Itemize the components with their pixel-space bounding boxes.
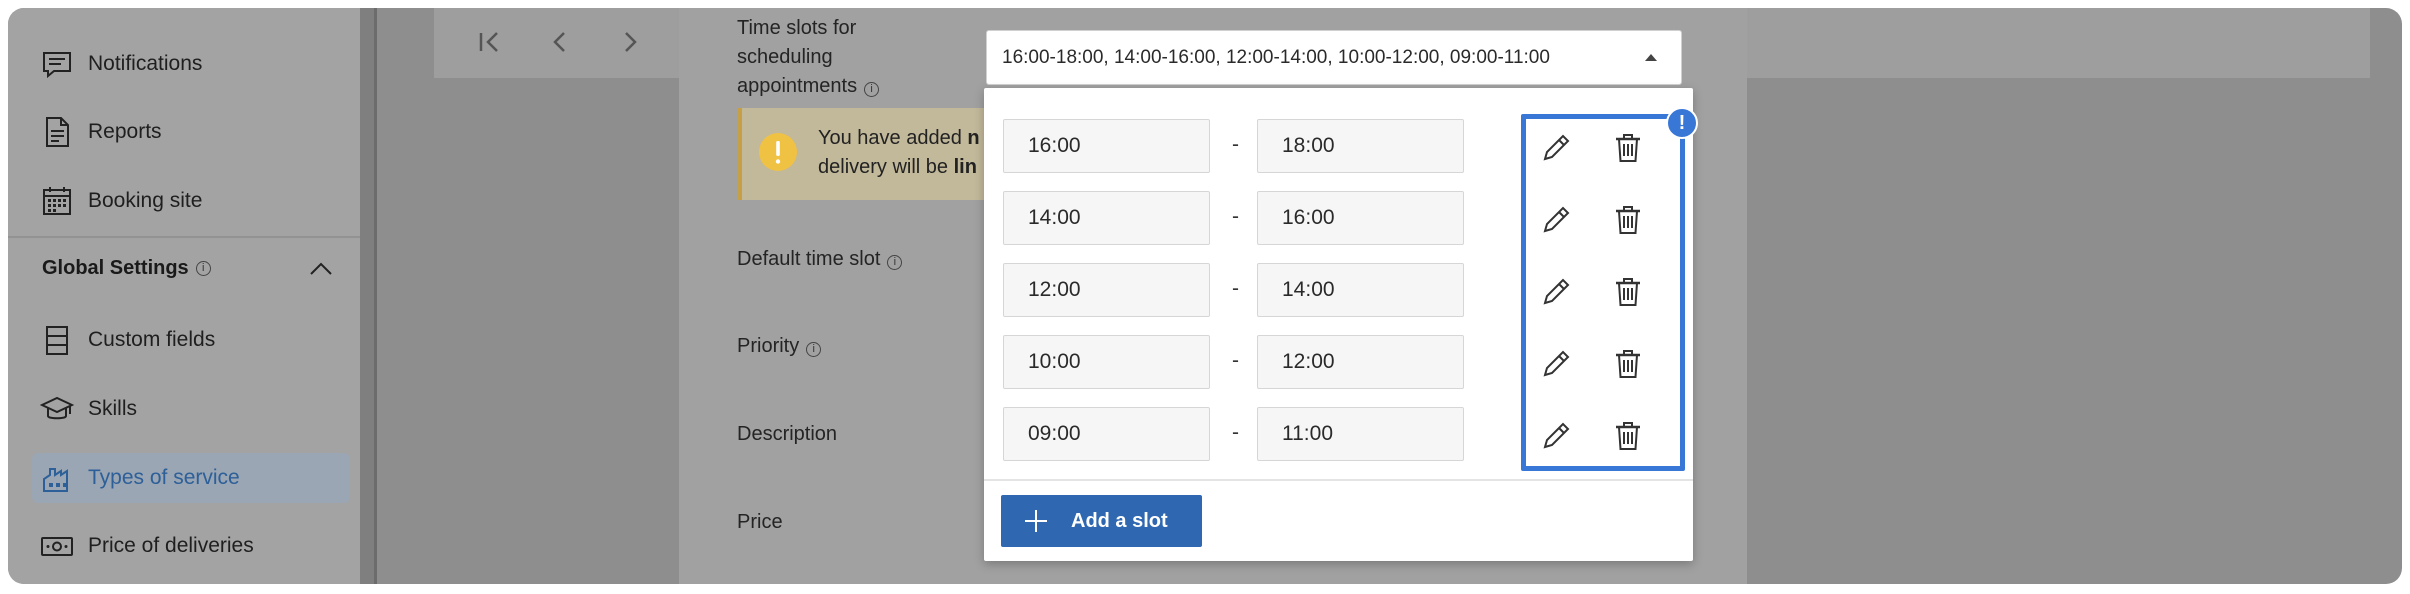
time-slots-label: Time slots for scheduling appointments i <box>737 14 880 101</box>
price-icon <box>41 537 73 556</box>
dropdown-divider <box>984 479 1693 481</box>
sidebar-item-custom-fields[interactable]: Custom fields <box>32 315 350 365</box>
slot-separator: - <box>1232 277 1239 300</box>
info-icon: i <box>195 260 211 276</box>
slot-start-time[interactable]: 10:00 <box>1003 335 1210 389</box>
chevron-up-icon[interactable] <box>306 254 336 284</box>
sidebar-item-types-of-service[interactable]: Types of service <box>32 453 350 503</box>
alert-badge: ! <box>1666 107 1698 139</box>
notifications-icon <box>43 52 71 79</box>
sidebar: Notifications Reports Booking site Globa… <box>8 8 360 584</box>
slot-end-time[interactable]: 18:00 <box>1257 119 1464 173</box>
sidebar-item-label: Booking site <box>88 189 203 212</box>
slot-separator: - <box>1232 349 1239 372</box>
caret-up-icon <box>1645 54 1657 61</box>
global-settings-toggle[interactable]: Global Settings i <box>42 248 342 288</box>
sidebar-item-reports[interactable]: Reports <box>32 107 350 157</box>
sidebar-item-label: Price of deliveries <box>88 534 254 557</box>
slot-end-time[interactable]: 16:00 <box>1257 191 1464 245</box>
sidebar-item-notifications[interactable]: Notifications <box>32 39 350 89</box>
sidebar-item-label: Notifications <box>88 52 203 75</box>
app-window: Notifications Reports Booking site Globa… <box>8 8 2402 584</box>
sidebar-item-price-of-deliveries[interactable]: Price of deliveries <box>32 521 350 571</box>
slot-end-time[interactable]: 14:00 <box>1257 263 1464 317</box>
previous-page-icon[interactable] <box>540 22 580 62</box>
add-slot-label: Add a slot <box>1071 509 1168 532</box>
next-page-icon[interactable] <box>610 22 650 62</box>
warning-text: You have added n delivery will be lin <box>818 127 980 178</box>
slot-start-time[interactable]: 16:00 <box>1003 119 1210 173</box>
sidebar-item-label: Skills <box>88 397 138 420</box>
warning-icon <box>759 133 797 171</box>
priority-label: Priority i <box>737 332 822 361</box>
calendar-icon <box>43 187 71 215</box>
reports-icon <box>46 117 69 147</box>
slot-start-time[interactable]: 12:00 <box>1003 263 1210 317</box>
sidebar-item-label: Types of service <box>88 466 240 489</box>
warning-banner: You have added n delivery will be lin <box>737 108 987 200</box>
plus-icon <box>1025 510 1047 532</box>
slot-end-time[interactable]: 12:00 <box>1257 335 1464 389</box>
info-icon: i <box>806 342 822 357</box>
add-slot-button[interactable]: Add a slot <box>1001 495 1202 547</box>
slot-start-time[interactable]: 14:00 <box>1003 191 1210 245</box>
price-label: Price <box>737 511 783 533</box>
sidebar-item-label: Reports <box>88 120 162 143</box>
slot-end-time[interactable]: 11:00 <box>1257 407 1464 461</box>
sidebar-scrollbar[interactable] <box>360 8 377 584</box>
slot-separator: - <box>1232 133 1239 156</box>
default-time-slot-label: Default time slot i <box>737 245 903 274</box>
sidebar-item-label: Custom fields <box>88 328 216 351</box>
slot-start-time[interactable]: 09:00 <box>1003 407 1210 461</box>
slot-separator: - <box>1232 205 1239 228</box>
section-title: Global Settings <box>42 256 189 279</box>
time-slots-select[interactable]: 16:00-18:00, 14:00-16:00, 12:00-14:00, 1… <box>986 30 1682 85</box>
sidebar-item-booking-site[interactable]: Booking site <box>32 176 350 226</box>
skills-icon <box>40 396 74 420</box>
info-icon: i <box>887 255 903 270</box>
time-slots-select-value: 16:00-18:00, 14:00-16:00, 12:00-14:00, 1… <box>1002 46 1550 68</box>
info-icon: i <box>864 82 880 97</box>
description-label: Description <box>737 423 838 445</box>
custom-fields-icon <box>46 326 68 355</box>
sidebar-divider <box>8 236 360 238</box>
time-slots-dropdown: 16:00 - 18:00 14:00 - 16:00 12:00 - 14:0… <box>984 88 1698 561</box>
types-of-service-icon <box>43 468 68 492</box>
first-page-icon[interactable] <box>470 22 510 62</box>
actions-highlight <box>1521 114 1685 471</box>
sidebar-item-skills[interactable]: Skills <box>32 384 350 434</box>
slot-separator: - <box>1232 421 1239 444</box>
